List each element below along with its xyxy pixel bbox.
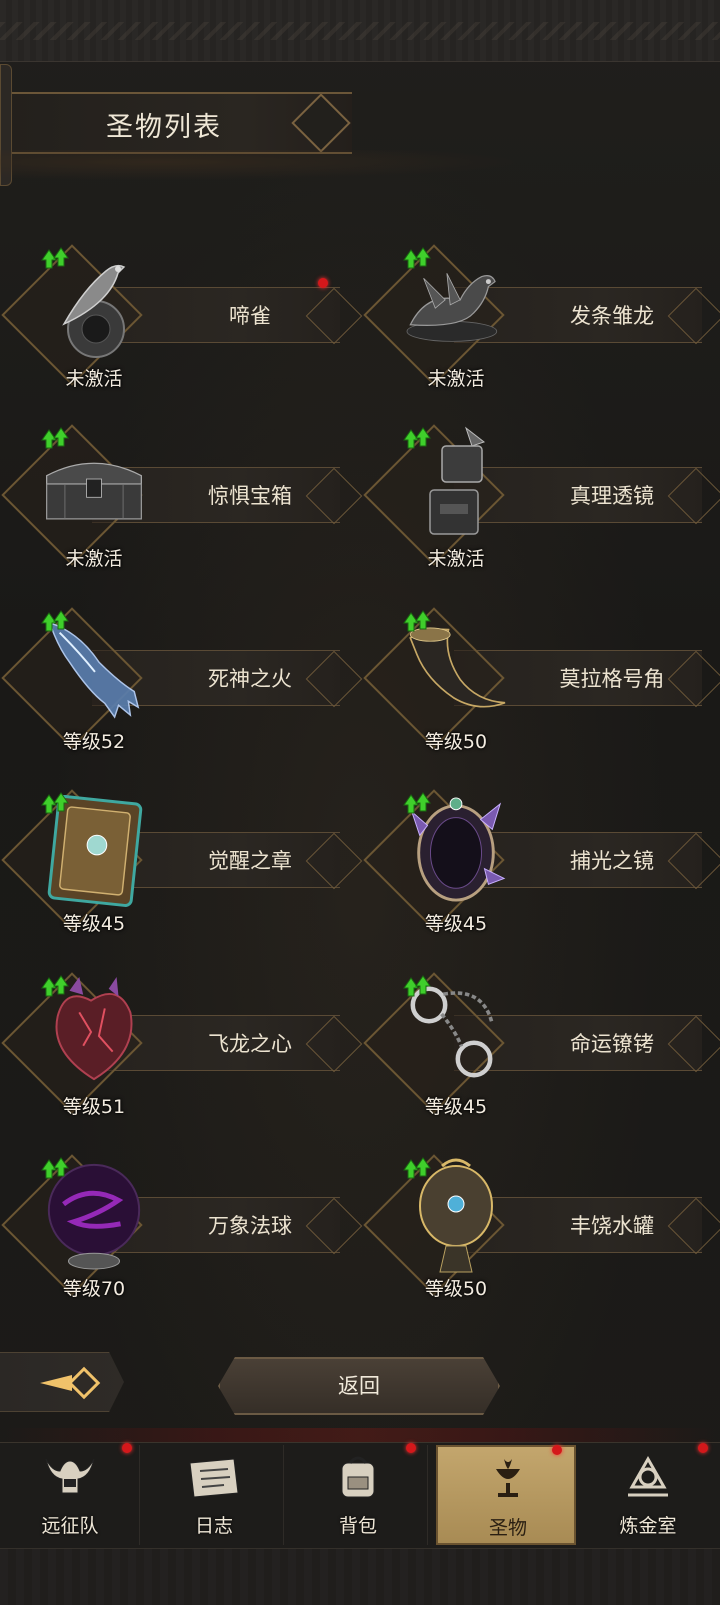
relic-card[interactable]: 莫拉格号角 等级50 <box>362 593 720 753</box>
backpack-icon <box>341 1456 375 1498</box>
arrow-diamond-icon <box>40 1366 101 1400</box>
relic-name: 死神之火 <box>208 667 292 691</box>
relic-name: 万象法球 <box>208 1214 292 1238</box>
relic-name: 飞龙之心 <box>208 1032 292 1056</box>
alert-badge <box>318 278 328 288</box>
relic-status: 等级50 <box>424 731 488 753</box>
banner-shadow <box>0 150 520 180</box>
relic-name: 真理透镜 <box>570 484 654 508</box>
upgrade-arrow-icon <box>402 609 432 633</box>
nav-label: 日志 <box>194 1515 233 1537</box>
alchemy-icon <box>628 1455 668 1497</box>
alert-badge <box>406 1443 416 1453</box>
page-title: 圣物列表 <box>106 112 222 143</box>
tab-expedition[interactable]: 远征队 <box>0 1443 140 1545</box>
relic-status: 未激活 <box>427 548 485 570</box>
relic-name: 命运镣铐 <box>570 1032 654 1056</box>
tab-relics[interactable]: 圣物 <box>436 1445 576 1545</box>
relic-card[interactable]: 惊惧宝箱 未激活 <box>0 410 363 570</box>
nav-divider <box>0 1428 720 1442</box>
relic-status: 等级45 <box>62 913 126 935</box>
relic-status: 等级70 <box>62 1278 126 1300</box>
upgrade-arrow-icon <box>402 246 432 270</box>
banner-diamond-ornament <box>291 93 351 153</box>
relic-card[interactable]: 飞龙之心 等级51 <box>0 958 363 1118</box>
relic-status: 等级45 <box>424 913 488 935</box>
alert-badge <box>122 1443 132 1453</box>
tab-alchemy[interactable]: 炼金室 <box>578 1443 718 1545</box>
upgrade-arrow-icon <box>40 609 70 633</box>
relic-card[interactable]: 命运镣铐 等级45 <box>362 958 720 1118</box>
upgrade-arrow-icon <box>402 1156 432 1180</box>
relic-name: 啼雀 <box>229 304 271 328</box>
relic-status: 未激活 <box>65 548 123 570</box>
relic-card[interactable]: 发条雏龙 未激活 <box>362 230 720 390</box>
scroll-icon <box>189 1458 239 1498</box>
relic-status: 未激活 <box>427 368 485 390</box>
tab-journal[interactable]: 日志 <box>144 1445 284 1545</box>
alert-badge <box>698 1443 708 1453</box>
relic-card[interactable]: 觉醒之章 等级45 <box>0 775 363 935</box>
relic-name: 捕光之镜 <box>570 849 654 873</box>
relic-status: 未激活 <box>65 368 123 390</box>
relic-list[interactable]: 啼雀 未激活 发条雏龙 未激活 惊惧宝箱 未激活 真理透镜 未激活 死神之火 等… <box>0 230 720 1300</box>
relic-status: 等级51 <box>62 1096 126 1118</box>
nav-label: 背包 <box>338 1515 377 1537</box>
alert-badge <box>552 1445 562 1455</box>
nav-label: 炼金室 <box>619 1515 677 1537</box>
relic-screen: { "header": { "title": "圣物列表" }, "relics… <box>0 0 720 1605</box>
relic-status: 等级50 <box>424 1278 488 1300</box>
relic-card[interactable]: 死神之火 等级52 <box>0 593 363 753</box>
nav-label: 圣物 <box>488 1517 527 1539</box>
upgrade-arrow-icon <box>40 974 70 998</box>
back-button[interactable]: 返回 <box>218 1357 500 1415</box>
relic-card[interactable]: 丰饶水罐 等级50 <box>362 1140 720 1300</box>
relic-status: 等级45 <box>424 1096 488 1118</box>
relic-card[interactable]: 捕光之镜 等级45 <box>362 775 720 935</box>
top-ornament-band <box>0 0 720 62</box>
relic-name: 觉醒之章 <box>208 849 292 873</box>
horned-helmet-icon <box>45 1458 95 1494</box>
upgrade-arrow-icon <box>40 1156 70 1180</box>
relic-card[interactable]: 啼雀 未激活 <box>0 230 363 390</box>
upgrade-arrow-icon <box>40 426 70 450</box>
relic-name: 丰饶水罐 <box>570 1214 654 1238</box>
chalice-icon <box>496 1459 520 1497</box>
relic-status: 等级52 <box>62 731 126 753</box>
relic-name: 莫拉格号角 <box>559 667 665 691</box>
bottom-ornament-strip <box>0 1548 720 1605</box>
relic-name: 发条雏龙 <box>570 304 654 328</box>
upgrade-arrow-icon <box>402 791 432 815</box>
relic-name: 惊惧宝箱 <box>208 484 292 508</box>
relic-card[interactable]: 万象法球 等级70 <box>0 1140 363 1300</box>
upgrade-arrow-icon <box>402 974 432 998</box>
upgrade-arrow-icon <box>40 246 70 270</box>
upgrade-arrow-icon <box>40 791 70 815</box>
relic-card[interactable]: 真理透镜 未激活 <box>362 410 720 570</box>
collapse-side-button[interactable] <box>0 1352 124 1412</box>
tab-backpack[interactable]: 背包 <box>288 1443 428 1545</box>
nav-label: 远征队 <box>41 1515 99 1537</box>
upgrade-arrow-icon <box>402 426 432 450</box>
